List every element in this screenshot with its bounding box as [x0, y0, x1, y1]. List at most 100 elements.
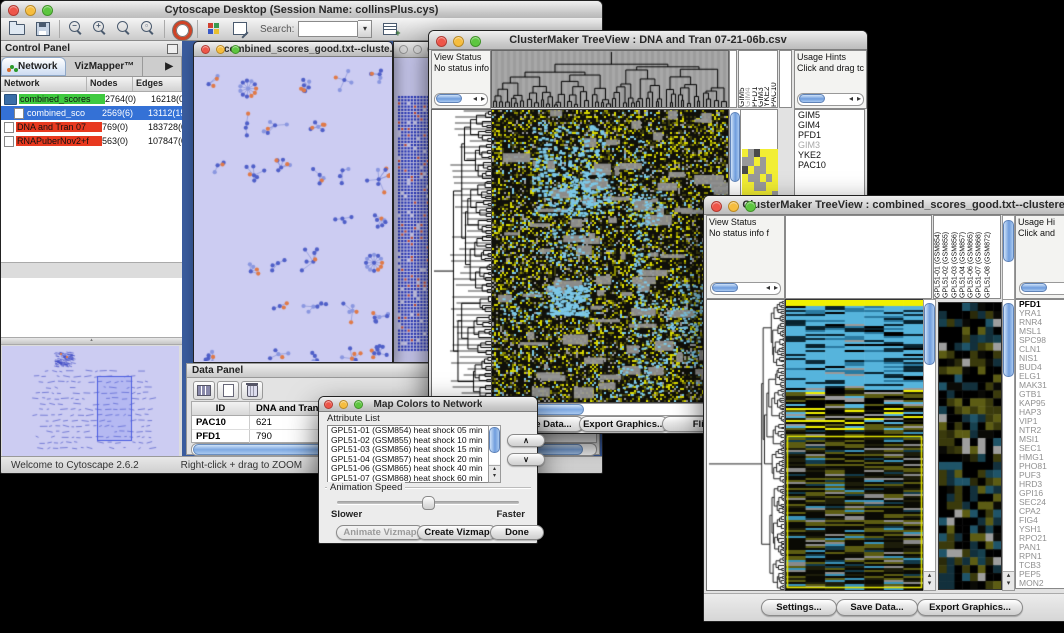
scroll-right-icon[interactable]: ▸ [774, 283, 778, 293]
desktop: Cytoscape Desktop (Session Name: collins… [0, 0, 1064, 633]
zoom-button[interactable] [354, 400, 363, 409]
minimize-button[interactable] [339, 400, 348, 409]
export-graphics-button[interactable]: Export Graphics... [579, 416, 669, 432]
gene-label[interactable]: PFD1 [795, 130, 864, 140]
move-up-button[interactable]: ∧ [507, 434, 545, 447]
close-button[interactable] [711, 201, 722, 212]
gene-label[interactable]: GIM4 [795, 120, 864, 130]
save-data-button[interactable]: Save Data... [836, 599, 918, 616]
tv2-hints-scrollbar[interactable] [1019, 282, 1064, 295]
vizmapper-button[interactable] [204, 19, 224, 39]
dialog-titlebar[interactable]: Map Colors to Network [319, 397, 537, 412]
tv1-row-dendrogram[interactable] [431, 109, 492, 403]
network-table-row[interactable]: DNA and Tran 07769(0)183728(0) [1, 120, 182, 134]
tv1-heatmap-canvas[interactable] [491, 109, 729, 403]
zoom-button[interactable] [42, 5, 53, 16]
tv2-status-scrollbar[interactable]: ◂▸ [710, 282, 781, 295]
move-down-button[interactable]: ∨ [507, 453, 545, 466]
matrix-cell[interactable] [772, 157, 778, 165]
open-session-button[interactable] [7, 19, 27, 39]
save-session-button[interactable] [33, 19, 53, 39]
close-button[interactable] [324, 400, 333, 409]
scroll-right-icon[interactable]: ▸ [857, 94, 861, 104]
attribute-list[interactable]: GPL51-01 (GSM854) heat shock 05 minGPL51… [327, 425, 489, 483]
minimize-button[interactable] [453, 36, 464, 47]
animation-slider-thumb[interactable] [422, 496, 435, 510]
scroll-right-icon[interactable]: ▸ [481, 94, 485, 104]
tv2-zoom-vscrollbar[interactable]: ▴▾ [1002, 299, 1015, 591]
gene-label[interactable]: MON2 [1016, 579, 1064, 588]
network-table-button[interactable] [380, 19, 400, 39]
gene-label[interactable]: YKE2 [795, 150, 864, 160]
attribute-list-scrollbar[interactable]: ▴▾ [488, 425, 501, 483]
attribute-select-button[interactable] [193, 381, 215, 400]
tv1-column-dendrogram[interactable] [491, 50, 729, 108]
zoom-button[interactable] [470, 36, 481, 47]
tv2-heatmap-canvas[interactable] [785, 299, 924, 591]
matrix-cell[interactable] [772, 166, 778, 174]
export-graphics-button[interactable]: Export Graphics... [917, 599, 1023, 616]
minimize-button[interactable] [216, 45, 225, 54]
zoom-button[interactable] [231, 45, 240, 54]
gene-label[interactable]: GIM5 [795, 110, 864, 120]
zoom-selected-button[interactable] [114, 19, 134, 39]
matrix-cell[interactable] [772, 149, 778, 157]
tab-vizmapper[interactable]: VizMapper™ [66, 57, 143, 76]
close-button[interactable] [201, 45, 210, 54]
minimize-button[interactable] [728, 201, 739, 212]
scroll-arrows[interactable]: ▴▾ [1003, 571, 1014, 590]
help-lifering-button[interactable] [171, 19, 191, 39]
column-label: GPL51-01 (GSM854) [934, 216, 942, 298]
network-window-titlebar[interactable]: combined_scores_good.txt--cluste... [194, 42, 392, 57]
treeview2-titlebar[interactable]: ClusterMaker TreeView : combined_scores_… [704, 196, 1064, 215]
tv1-status-scrollbar[interactable]: ◂▸ [434, 93, 488, 106]
zoom-out-button[interactable]: − [66, 19, 86, 39]
birdseye-overview-canvas[interactable] [2, 346, 179, 456]
zoom-button[interactable] [745, 201, 756, 212]
settings-button[interactable]: Settings... [761, 599, 837, 616]
main-window-title: Cytoscape Desktop (Session Name: collins… [165, 4, 439, 16]
scroll-arrows[interactable]: ▴▾ [489, 465, 500, 482]
gene-label[interactable]: PAC10 [795, 160, 864, 170]
create-vizmap-button[interactable]: Create Vizmap [417, 525, 497, 540]
float-panel-icon[interactable] [167, 44, 178, 54]
scroll-left-icon[interactable]: ◂ [766, 283, 770, 293]
zoom-fit-button[interactable]: ▫ [138, 19, 158, 39]
gene-label[interactable]: GIM3 [795, 140, 864, 150]
delete-attribute-button[interactable] [241, 381, 263, 400]
annotation-button[interactable] [230, 19, 250, 39]
matrix-cell[interactable] [772, 174, 778, 182]
tv2-heat-vscrollbar[interactable]: ▴▾ [923, 299, 936, 591]
search-input[interactable] [298, 21, 358, 37]
scroll-left-icon[interactable]: ◂ [473, 94, 477, 104]
new-attribute-button[interactable] [217, 381, 239, 400]
tv2-gene-list[interactable]: PFD1YRA1RNR4MSL1SPC98CLN1NIS1BUD4ELG1MAK… [1015, 299, 1064, 589]
tab-network[interactable]: Network [1, 57, 66, 76]
animate-vizmap-button[interactable]: Animate Vizmap [336, 525, 424, 540]
tv2-labels-scrollbar[interactable] [1002, 215, 1015, 301]
main-window-titlebar[interactable]: Cytoscape Desktop (Session Name: collins… [1, 1, 602, 19]
search-dropdown-button[interactable]: ▾ [358, 20, 372, 38]
close-button[interactable] [436, 36, 447, 47]
tv2-row-dendrogram[interactable] [706, 299, 785, 591]
usage-hints-text: Click and drag tc [797, 63, 864, 74]
tv1-selected-matrix[interactable] [742, 149, 778, 199]
close-button[interactable] [8, 5, 19, 16]
done-button[interactable]: Done [490, 525, 544, 540]
tab-overflow-arrow[interactable]: ▶ [143, 57, 182, 76]
splitter-handle[interactable]: ▴ [1, 337, 182, 345]
network-table-row[interactable]: RNAPuberNov2+f563(0)107847(0) [1, 134, 182, 148]
treeview1-titlebar[interactable]: ClusterMaker TreeView : DNA and Tran 07-… [429, 31, 867, 50]
scroll-left-icon[interactable]: ◂ [849, 94, 853, 104]
scroll-arrows[interactable]: ▴▾ [924, 571, 935, 590]
minimize-button[interactable] [413, 45, 422, 54]
matrix-cell[interactable] [772, 182, 778, 190]
close-button[interactable] [399, 45, 408, 54]
network-table-row[interactable]: combined_scores2764(0)16218(0) [1, 92, 182, 106]
network-view-canvas[interactable] [194, 57, 390, 361]
zoom-in-button[interactable]: + [90, 19, 110, 39]
minimize-button[interactable] [25, 5, 36, 16]
network-table-row[interactable]: combined_sco2569(6)13112(15) [1, 106, 182, 120]
tv1-hints-scrollbar[interactable]: ◂▸ [797, 93, 864, 106]
tv2-zoom-heatmap-canvas[interactable] [938, 302, 1002, 590]
